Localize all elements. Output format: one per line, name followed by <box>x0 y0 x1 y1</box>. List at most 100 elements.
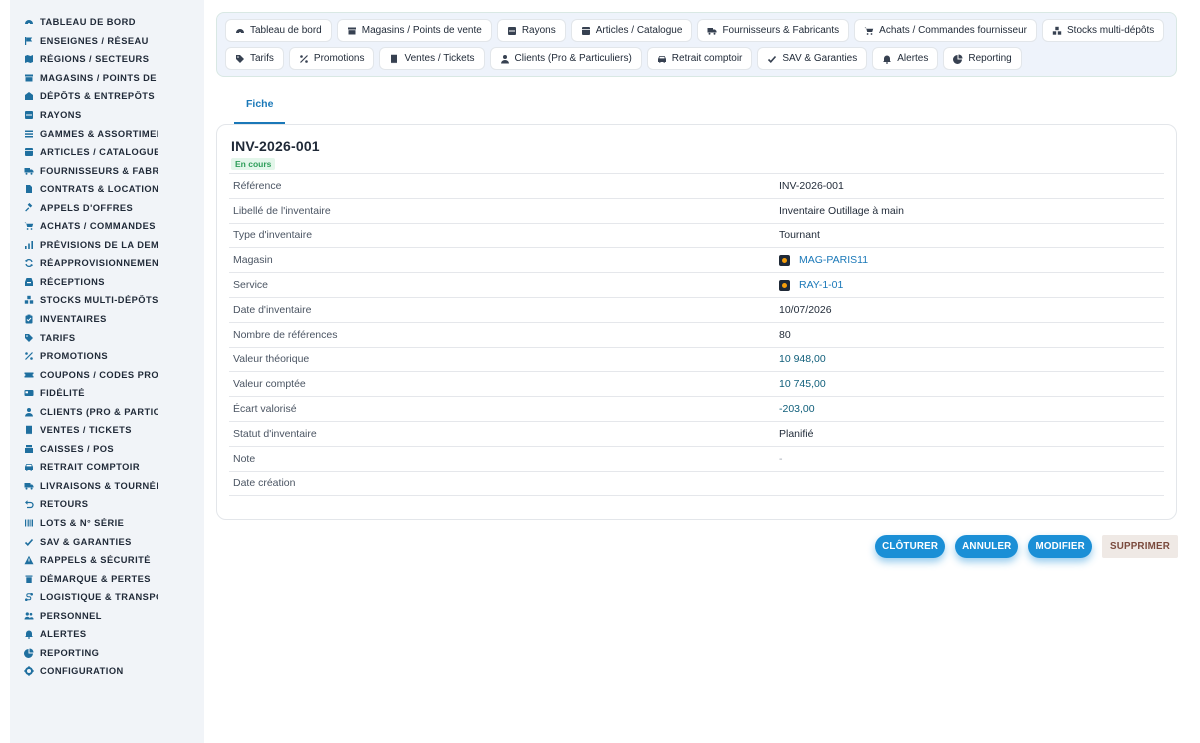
sidebar-item[interactable]: LOTS & N° SÉRIE <box>10 514 204 533</box>
receipt-icon <box>24 425 34 435</box>
nav-chip[interactable]: Fournisseurs & Fabricants <box>697 19 850 42</box>
sidebar-item-label: COUPONS / CODES PROMO <box>40 369 158 380</box>
truck-icon <box>24 166 34 176</box>
nav-chip-label: SAV & Garanties <box>782 53 858 64</box>
edit-button[interactable]: MODIFIER <box>1028 535 1092 558</box>
tab-fiche[interactable]: Fiche <box>234 90 286 124</box>
field-value: - <box>779 453 1164 465</box>
field-link[interactable]: MAG-PARIS11 <box>779 254 1164 266</box>
table-row: Note - <box>229 447 1164 472</box>
refresh-icon <box>24 258 34 268</box>
sidebar-item[interactable]: TABLEAU DE BORD <box>10 13 204 32</box>
table-row: Valeur théorique 10 948,00 <box>229 348 1164 373</box>
sidebar-item[interactable]: DÉMARQUE & PERTES <box>10 569 204 588</box>
sidebar-item[interactable]: DÉPÔTS & ENTREPÔTS <box>10 87 204 106</box>
sidebar-item[interactable]: REPORTING <box>10 644 204 663</box>
nav-chip[interactable]: Tableau de bord <box>225 19 332 42</box>
sidebar-item[interactable]: LIVRAISONS & TOURNÉES <box>10 477 204 496</box>
sidebar-item-label: STOCKS MULTI-DÉPÔTS <box>40 295 158 306</box>
nav-chip[interactable]: Clients (Pro & Particuliers) <box>489 47 642 70</box>
sidebar-item[interactable]: CAISSES / POS <box>10 440 204 459</box>
field-value: 10 745,00 <box>779 378 1164 390</box>
sidebar-item[interactable]: STOCKS MULTI-DÉPÔTS <box>10 291 204 310</box>
tag-icon <box>235 54 245 64</box>
sidebar-item[interactable]: ARTICLES / CATALOGUE <box>10 143 204 162</box>
sidebar-item[interactable]: RÉAPPROVISIONNEMENT <box>10 254 204 273</box>
sidebar-item[interactable]: CONFIGURATION <box>10 662 204 681</box>
inbox-icon <box>24 277 34 287</box>
sidebar-item[interactable]: RETOURS <box>10 495 204 514</box>
sidebar-item[interactable]: RAPPELS & SÉCURITÉ <box>10 551 204 570</box>
field-value-text[interactable]: RAY-1-01 <box>799 279 843 291</box>
sidebar-item-label: CLIENTS (PRO & PARTICULIERS) <box>40 406 158 417</box>
nav-chip[interactable]: Reporting <box>943 47 1022 70</box>
nav-chip[interactable]: SAV & Garanties <box>757 47 868 70</box>
field-label: Magasin <box>233 254 273 267</box>
close-button[interactable]: CLÔTURER <box>875 535 946 558</box>
sidebar-item-label: RÉCEPTIONS <box>40 276 105 287</box>
sidebar-item[interactable]: CONTRATS & LOCATION <box>10 180 204 199</box>
sidebar-item[interactable]: SAV & GARANTIES <box>10 532 204 551</box>
nav-chip[interactable]: Articles / Catalogue <box>570 19 693 42</box>
sidebar-item-label: ENSEIGNES / RÉSEAU <box>40 35 149 46</box>
sidebar-item[interactable]: ENSEIGNES / RÉSEAU <box>10 32 204 51</box>
nav-chip[interactable]: Achats / Commandes fournisseur <box>854 19 1037 42</box>
nav-chip-list: Tableau de bord Magasins / Points de vent… <box>225 19 1168 70</box>
field-value: Inventaire Outillage à main <box>779 205 1164 217</box>
nav-chip[interactable]: Stocks multi-dépôts <box>1042 19 1165 42</box>
field-label: Écart valorisé <box>233 403 297 416</box>
sidebar-item[interactable]: RETRAIT COMPTOIR <box>10 458 204 477</box>
nav-chip[interactable]: Retrait comptoir <box>646 47 753 70</box>
field-value-text: 10/07/2026 <box>779 303 832 316</box>
cart-icon <box>24 221 34 231</box>
sidebar-item[interactable]: ALERTES <box>10 625 204 644</box>
sidebar-item[interactable]: TARIFS <box>10 328 204 347</box>
field-value: -203,00 <box>779 403 1164 415</box>
card-icon <box>24 388 34 398</box>
sidebar-item-label: GAMMES & ASSORTIMENTS <box>40 128 158 139</box>
sidebar-item[interactable]: COUPONS / CODES PROMO <box>10 365 204 384</box>
sidebar-item-label: SAV & GARANTIES <box>40 536 132 547</box>
list-icon <box>24 129 34 139</box>
car-icon <box>657 54 667 64</box>
sidebar-item[interactable]: ACHATS / COMMANDES FOURNISSEUR <box>10 217 204 236</box>
sidebar-item[interactable]: VENTES / TICKETS <box>10 421 204 440</box>
sidebar-item[interactable]: RÉCEPTIONS <box>10 273 204 292</box>
sidebar-item[interactable]: FIDÉLITÉ <box>10 384 204 403</box>
shelf-icon <box>507 26 517 36</box>
nav-chip[interactable]: Alertes <box>872 47 939 70</box>
field-link[interactable]: RAY-1-01 <box>779 279 1164 291</box>
sidebar-item[interactable]: LOGISTIQUE & TRANSPORT <box>10 588 204 607</box>
sidebar-item[interactable]: CLIENTS (PRO & PARTICULIERS) <box>10 402 204 421</box>
sidebar-item-label: TARIFS <box>40 332 76 343</box>
delete-button[interactable]: SUPPRIMER <box>1101 535 1178 558</box>
cancel-button[interactable]: ANNULER <box>955 535 1019 558</box>
sidebar-item[interactable]: GAMMES & ASSORTIMENTS <box>10 124 204 143</box>
sidebar-item[interactable]: APPELS D'OFFRES <box>10 198 204 217</box>
sidebar-item[interactable]: RAYONS <box>10 106 204 125</box>
sidebar-item[interactable]: PRÉVISIONS DE LA DEMANDE <box>10 236 204 255</box>
sidebar-item-label: MAGASINS / POINTS DE VENTE <box>40 72 158 83</box>
nav-chip[interactable]: Magasins / Points de vente <box>336 19 492 42</box>
field-label: Type d'inventaire <box>233 229 313 242</box>
field-value: 10/07/2026 <box>779 304 1164 316</box>
nav-chip[interactable]: Ventes / Tickets <box>379 47 485 70</box>
sidebar-item[interactable]: PERSONNEL <box>10 607 204 626</box>
sidebar-item[interactable]: INVENTAIRES <box>10 310 204 329</box>
nav-chip-label: Articles / Catalogue <box>595 25 683 36</box>
sidebar-item[interactable]: MAGASINS / POINTS DE VENTE <box>10 69 204 88</box>
sidebar-item[interactable]: FOURNISSEURS & FABRICANTS <box>10 161 204 180</box>
field-label: Valeur comptée <box>233 378 306 391</box>
nav-chip[interactable]: Promotions <box>288 47 375 70</box>
sidebar-item[interactable]: PROMOTIONS <box>10 347 204 366</box>
undo-icon <box>24 499 34 509</box>
nav-chip[interactable]: Tarifs <box>225 47 284 70</box>
field-value-text[interactable]: MAG-PARIS11 <box>799 254 868 266</box>
sidebar-item[interactable]: RÉGIONS / SECTEURS <box>10 50 204 69</box>
sidebar-item-label: PRÉVISIONS DE LA DEMANDE <box>40 239 158 250</box>
user-icon <box>24 407 34 417</box>
clipboard-icon <box>24 314 34 324</box>
nav-chip[interactable]: Rayons <box>496 19 566 42</box>
table-row: Magasin MAG-PARIS11 <box>229 248 1164 274</box>
tag-icon <box>24 333 34 343</box>
